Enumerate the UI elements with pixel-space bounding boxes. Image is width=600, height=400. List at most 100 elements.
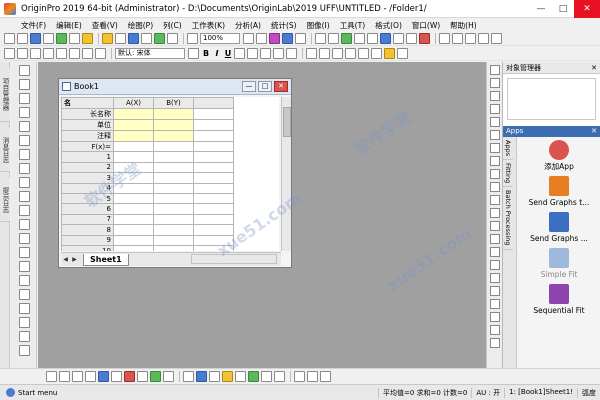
- vertical-scrollbar[interactable]: [281, 97, 291, 251]
- data-cell[interactable]: [153, 224, 194, 236]
- pie-chart-icon[interactable]: [124, 371, 135, 382]
- layer-tool-icon[interactable]: [490, 169, 500, 179]
- data-cell[interactable]: [153, 234, 194, 246]
- rectangle-tool-icon[interactable]: [19, 261, 30, 272]
- print-icon[interactable]: [187, 33, 198, 44]
- object-manager-close-button[interactable]: ✕: [591, 62, 597, 74]
- app-item-send-graphs-pdf[interactable]: Send Graphs t...: [519, 176, 599, 207]
- screen-reader-icon[interactable]: [19, 135, 30, 146]
- curved-arrow-icon[interactable]: [19, 233, 30, 244]
- pan-tool-icon[interactable]: [19, 275, 30, 286]
- status-au[interactable]: AU : 开: [471, 387, 504, 398]
- color-fill-icon[interactable]: [465, 33, 476, 44]
- area-chart-icon[interactable]: [137, 371, 148, 382]
- layer-tool-icon[interactable]: [490, 299, 500, 309]
- italic-button[interactable]: I: [212, 49, 222, 58]
- font-select[interactable]: 默认: 宋体: [115, 48, 185, 59]
- message-log-icon[interactable]: [328, 33, 339, 44]
- data-cell[interactable]: [113, 224, 154, 236]
- data-cell[interactable]: [113, 151, 154, 163]
- data-selector-icon[interactable]: [19, 163, 30, 174]
- meta-cell[interactable]: [113, 119, 154, 131]
- insert-equation-icon[interactable]: [19, 331, 30, 342]
- object-manager-list[interactable]: [507, 78, 596, 120]
- app-item-add-app[interactable]: 添加App: [519, 140, 599, 171]
- batch-icon[interactable]: [393, 33, 404, 44]
- meta-cell[interactable]: [153, 108, 194, 120]
- layer-tool-icon[interactable]: [490, 247, 500, 257]
- zoom-in-icon[interactable]: [19, 79, 30, 90]
- column-header-b[interactable]: B(Y): [153, 97, 194, 109]
- underline-button[interactable]: U: [223, 49, 233, 58]
- apps-icon[interactable]: [341, 33, 352, 44]
- new-notes-icon[interactable]: [82, 33, 93, 44]
- book-close-button[interactable]: ✕: [274, 81, 288, 92]
- font-smaller-icon[interactable]: [286, 48, 297, 59]
- scale-icon[interactable]: [19, 107, 30, 118]
- cut-icon[interactable]: [4, 48, 15, 59]
- ternary-icon[interactable]: [248, 371, 259, 382]
- menu-file[interactable]: 文件(F): [16, 20, 51, 31]
- menu-column[interactable]: 列(C): [158, 20, 187, 31]
- menu-analysis[interactable]: 分析(A): [230, 20, 266, 31]
- data-cell[interactable]: [113, 182, 154, 194]
- layer-icon[interactable]: [367, 33, 378, 44]
- book-titlebar[interactable]: Book1 — □ ✕: [59, 79, 291, 95]
- text-tool-icon[interactable]: [19, 205, 30, 216]
- new-project-icon[interactable]: [4, 33, 15, 44]
- layer-tool-icon[interactable]: [490, 221, 500, 231]
- annotation-icon[interactable]: [19, 149, 30, 160]
- results-log-icon[interactable]: [295, 33, 306, 44]
- row-number[interactable]: 2: [61, 161, 114, 174]
- line-tool-icon[interactable]: [19, 247, 30, 258]
- menu-statistics[interactable]: 统计(S): [266, 20, 302, 31]
- tab-messages-log[interactable]: 消息日志: [0, 128, 10, 172]
- image-plot-icon[interactable]: [307, 371, 318, 382]
- row-number[interactable]: 10: [61, 244, 114, 251]
- data-connector-icon[interactable]: [380, 33, 391, 44]
- menu-format[interactable]: 格式(O): [370, 20, 407, 31]
- rescale-icon[interactable]: [69, 48, 80, 59]
- layer-tool-icon[interactable]: [490, 104, 500, 114]
- row-number[interactable]: 3: [61, 172, 114, 184]
- data-cell[interactable]: [153, 140, 194, 153]
- superscript-icon[interactable]: [234, 48, 245, 59]
- origin-central-icon[interactable]: [419, 33, 430, 44]
- meta-cell[interactable]: [113, 108, 154, 120]
- text-icon[interactable]: [82, 48, 93, 59]
- book1-window[interactable]: Book1 — □ ✕ 名 A(X) B(Y) 长名称 单位 注释 F(x)= …: [58, 78, 292, 268]
- layer-tool-icon[interactable]: [490, 195, 500, 205]
- data-cell[interactable]: [153, 213, 194, 226]
- zoom-select[interactable]: 100%: [200, 33, 240, 44]
- menu-view[interactable]: 查看(V): [87, 20, 123, 31]
- row-number[interactable]: 1: [61, 151, 114, 163]
- font-larger-icon[interactable]: [273, 48, 284, 59]
- data-cell[interactable]: [153, 203, 194, 215]
- fill-color-icon[interactable]: [384, 48, 395, 59]
- layer-tool-icon[interactable]: [490, 78, 500, 88]
- box-chart-icon[interactable]: [150, 371, 161, 382]
- data-cell[interactable]: [113, 213, 154, 226]
- row-number[interactable]: 6: [61, 203, 114, 215]
- merge-icon[interactable]: [345, 48, 356, 59]
- menu-image[interactable]: 图像(I): [302, 20, 335, 31]
- layer-tool-icon[interactable]: [490, 234, 500, 244]
- data-cell[interactable]: [153, 172, 194, 184]
- duplicate-icon[interactable]: [256, 33, 267, 44]
- open-template-icon[interactable]: [115, 33, 126, 44]
- rotate-icon[interactable]: [439, 33, 450, 44]
- data-cell[interactable]: [153, 192, 194, 205]
- row-number[interactable]: 4: [61, 182, 114, 194]
- layer-tool-icon[interactable]: [490, 273, 500, 283]
- data-cell[interactable]: [113, 192, 154, 205]
- data-cell[interactable]: [153, 182, 194, 194]
- app-item-sequential-fit[interactable]: Sequential Fit: [519, 284, 599, 315]
- matrix-plot-icon[interactable]: [294, 371, 305, 382]
- menu-worksheet[interactable]: 工作表(K): [187, 20, 230, 31]
- subscript-icon[interactable]: [247, 48, 258, 59]
- menu-edit[interactable]: 编辑(E): [51, 20, 87, 31]
- 3d-surface-icon[interactable]: [183, 371, 194, 382]
- heatmap-icon[interactable]: [222, 371, 233, 382]
- statistics-plot-icon[interactable]: [261, 371, 272, 382]
- app-item-simple-fit[interactable]: Simple Fit: [519, 248, 599, 279]
